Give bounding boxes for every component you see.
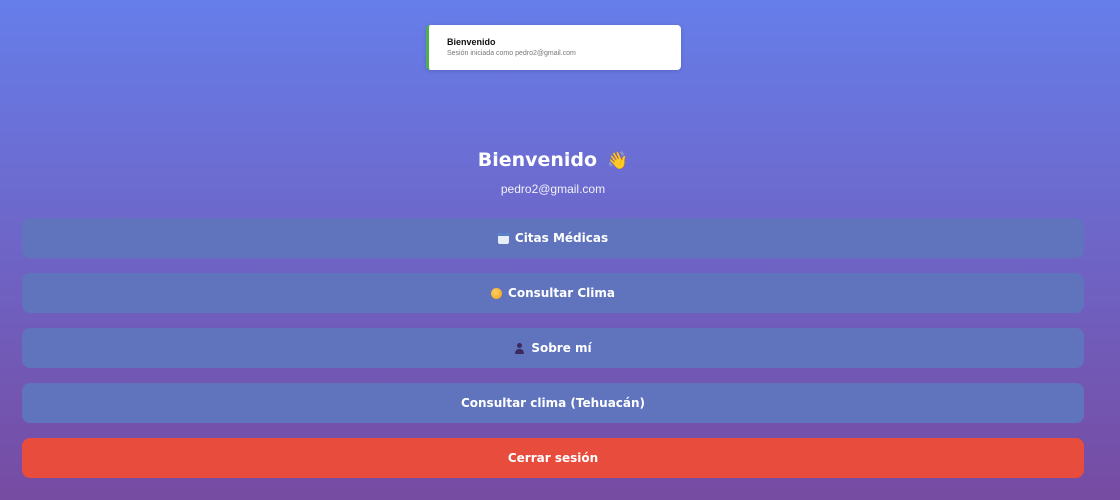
calendar-icon [497,232,509,244]
check-weather-label: Consultar Clima [508,286,615,300]
sun-icon [491,287,503,299]
login-toast: Bienvenido Sesión iniciada como pedro2@g… [426,25,681,70]
medical-appointments-label: Citas Médicas [514,231,609,245]
about-me-label: Sobre mí [531,341,592,355]
user-email: pedro2@gmail.com [500,182,606,196]
toast-message: Sesión iniciada como pedro2@gmail.com [447,50,576,57]
check-weather-button[interactable]: Consultar Clima [22,273,1084,313]
welcome-text: Bienvenido [477,149,598,171]
logout-button[interactable]: Cerrar sesión [22,438,1084,478]
medical-appointments-button[interactable]: Citas Médicas [22,218,1084,258]
wave-icon: 👋 [607,151,629,171]
logout-label: Cerrar sesión [507,451,599,465]
about-me-button[interactable]: Sobre mí [22,328,1084,368]
welcome-heading: Bienvenido 👋 [0,148,1106,173]
check-weather-tehuacan-button[interactable]: Consultar clima (Tehuacán) [22,383,1084,423]
toast-title: Bienvenido [447,37,496,47]
person-icon [514,342,525,354]
check-weather-tehuacan-label: Consultar clima (Tehuacán) [460,396,646,410]
